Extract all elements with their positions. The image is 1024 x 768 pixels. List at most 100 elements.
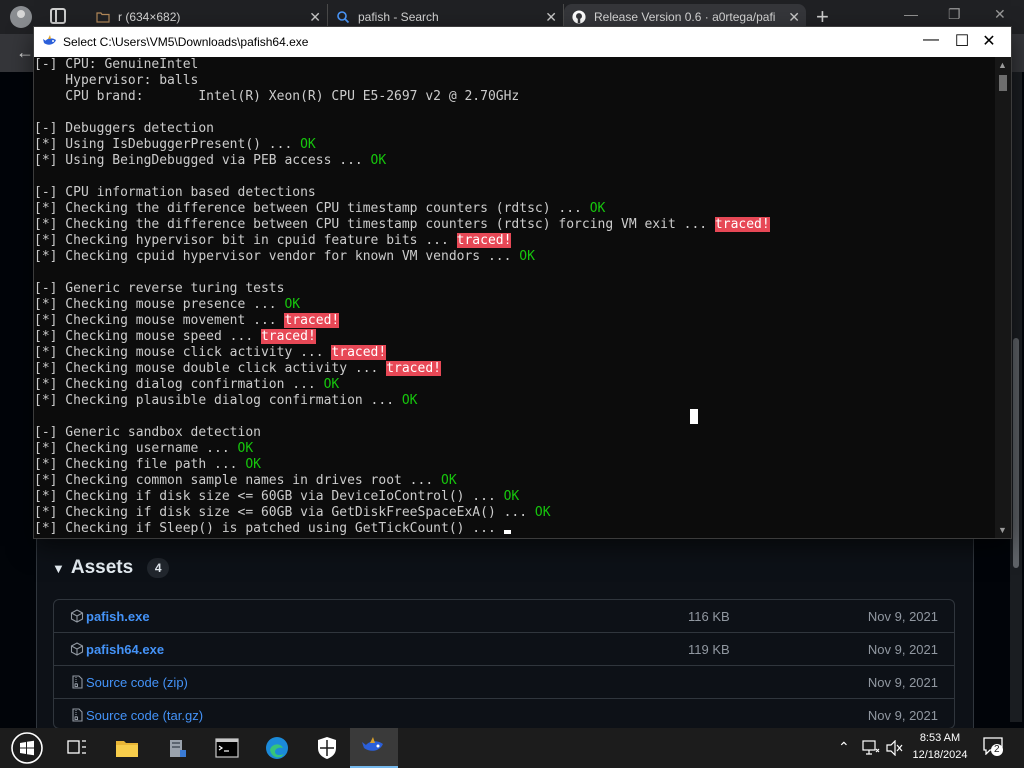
show-hidden-icons-chevron-icon[interactable]: ⌃	[838, 739, 850, 756]
tab-title: r (634×682)	[118, 10, 181, 24]
console-line-text: [*] Checking file path ...	[34, 457, 246, 472]
browser-restore-button[interactable]: ❐	[948, 6, 961, 23]
asset-link[interactable]: Source code (tar.gz)	[86, 708, 203, 723]
edge-icon	[266, 737, 288, 759]
notification-count-badge: 2	[991, 744, 1003, 756]
console-line-text: [-] Debuggers detection	[34, 121, 215, 136]
asset-row: pafish.exe 116 KB Nov 9, 2021	[54, 600, 954, 633]
console-line-text: [-] CPU: GenuineIntel	[34, 57, 199, 72]
task-view-icon	[67, 740, 86, 754]
clock-date[interactable]: 12/18/2024	[908, 749, 972, 761]
console-line: [*] Using BeingDebugged via PEB access .…	[34, 153, 995, 169]
console-line: CPU brand: Intel(R) Xeon(R) CPU E5-2697 …	[34, 89, 995, 105]
asset-row: Source code (tar.gz) Nov 9, 2021	[54, 699, 954, 728]
network-icon[interactable]	[862, 740, 880, 756]
asset-link[interactable]: Source code (zip)	[86, 675, 188, 690]
close-tab-icon[interactable]: ✕	[309, 9, 321, 26]
status-ok: OK	[237, 441, 254, 456]
console-line-text: [*] Checking the difference between CPU …	[34, 201, 590, 216]
asset-date: Nov 9, 2021	[867, 675, 938, 690]
server-manager-button[interactable]	[154, 728, 200, 768]
page-scrollbar-thumb[interactable]	[1013, 338, 1019, 568]
scroll-down-icon[interactable]: ▼	[998, 525, 1007, 535]
console-close-button[interactable]: ✕	[974, 31, 1004, 51]
asset-link[interactable]: pafish64.exe	[86, 642, 164, 657]
status-ok: OK	[441, 473, 457, 488]
status-ok: OK	[284, 297, 301, 312]
asset-link[interactable]: pafish.exe	[86, 609, 150, 624]
status-ok: OK	[503, 489, 520, 504]
console-output[interactable]: [-] CPU: GenuineIntel Hypervisor: balls …	[34, 57, 995, 538]
scroll-up-icon[interactable]: ▲	[998, 60, 1007, 70]
asset-row: Source code (zip) Nov 9, 2021	[54, 666, 954, 699]
console-line: [*] Checking mouse presence ... OK	[34, 297, 995, 313]
console-line-text: [*] Checking mouse click activity ...	[34, 345, 332, 360]
console-line: [-] Generic reverse turing tests	[34, 281, 995, 297]
console-line-text: [*] Checking username ...	[34, 441, 238, 456]
console-window[interactable]: Select C:\Users\VM5\Downloads\pafish64.e…	[34, 27, 1011, 538]
command-prompt-icon	[215, 738, 239, 758]
start-button[interactable]	[4, 728, 50, 768]
windows-logo-icon	[11, 732, 43, 764]
assets-header[interactable]: ▼ Assets 4	[52, 557, 170, 579]
server-manager-icon	[170, 740, 186, 757]
console-maximize-button[interactable]: ☐	[947, 31, 977, 51]
status-ok: OK	[370, 153, 387, 168]
command-prompt-button[interactable]	[204, 728, 250, 768]
task-view-button[interactable]	[54, 728, 100, 768]
console-line-text: [*] Checking if disk size <= 60GB via De…	[34, 489, 504, 504]
console-title-bar[interactable]: Select C:\Users\VM5\Downloads\pafish64.e…	[34, 27, 1011, 57]
edge-button[interactable]	[254, 728, 300, 768]
expand-triangle-icon[interactable]: ▼	[52, 561, 65, 576]
volume-muted-icon[interactable]	[886, 740, 904, 756]
browser-minimize-button[interactable]: —	[904, 6, 918, 22]
tab-title: Release Version 0.6 · a0rtega/pafi	[594, 10, 776, 24]
console-line-text: [*] Checking mouse speed ...	[34, 329, 261, 344]
file-explorer-button[interactable]	[104, 728, 150, 768]
console-line: [*] Using IsDebuggerPresent() ... OK	[34, 137, 995, 153]
status-traced: traced!	[260, 329, 316, 344]
console-line: [*] Checking hypervisor bit in cpuid fea…	[34, 233, 995, 249]
file-zip-icon	[72, 675, 83, 689]
console-minimize-button[interactable]: —	[916, 31, 946, 49]
status-ok: OK	[323, 377, 340, 392]
console-line: [*] Checking common sample names in driv…	[34, 473, 995, 489]
file-zip-icon	[72, 708, 83, 722]
asset-row: pafish64.exe 119 KB Nov 9, 2021	[54, 633, 954, 666]
windows-security-button[interactable]	[304, 728, 350, 768]
console-line: [*] Checking if disk size <= 60GB via De…	[34, 489, 995, 505]
close-tab-icon[interactable]: ✕	[545, 9, 557, 26]
taskbar: ⌃ 8:53 AM 12/18/2024 2	[0, 728, 1024, 768]
profile-avatar-icon[interactable]	[10, 6, 32, 28]
console-line: [*] Checking the difference between CPU …	[34, 217, 995, 233]
console-line-text: [*] Checking mouse movement ...	[34, 313, 285, 328]
status-traced: traced!	[456, 233, 512, 248]
console-line-text: [*] Checking if disk size <= 60GB via Ge…	[34, 505, 535, 520]
assets-count-badge: 4	[147, 558, 170, 578]
console-scrollbar[interactable]: ▲ ▼	[995, 57, 1011, 538]
page-scrollbar[interactable]	[1010, 72, 1022, 722]
console-line: [*] Checking mouse movement ... traced!	[34, 313, 995, 329]
console-line-text: [*] Checking cpuid hypervisor vendor for…	[34, 249, 520, 264]
console-line: [*] Checking cpuid hypervisor vendor for…	[34, 249, 995, 265]
console-line-text: CPU brand: Intel(R) Xeon(R) CPU E5-2697 …	[34, 89, 520, 104]
notifications-button[interactable]: 2	[983, 737, 1003, 757]
back-arrow-icon[interactable]: ←	[16, 42, 34, 63]
pafish-taskbar-button[interactable]	[350, 728, 398, 768]
close-tab-icon[interactable]: ✕	[788, 9, 800, 26]
status-traced: traced!	[386, 361, 441, 376]
tab-actions-icon[interactable]	[50, 8, 66, 24]
console-line-text: [*] Using BeingDebugged via PEB access .…	[34, 153, 371, 168]
browser-close-button[interactable]: ✕	[994, 6, 1006, 23]
console-line: [-] Generic sandbox detection	[34, 425, 995, 441]
console-line-text: [-] Generic sandbox detection	[34, 425, 261, 440]
console-scrollbar-thumb[interactable]	[999, 75, 1007, 91]
status-ok: OK	[589, 201, 606, 216]
clock-time[interactable]: 8:53 AM	[908, 732, 972, 744]
console-line: [*] Checking the difference between CPU …	[34, 201, 995, 217]
console-line: [*] Checking plausible dialog confirmati…	[34, 393, 995, 409]
